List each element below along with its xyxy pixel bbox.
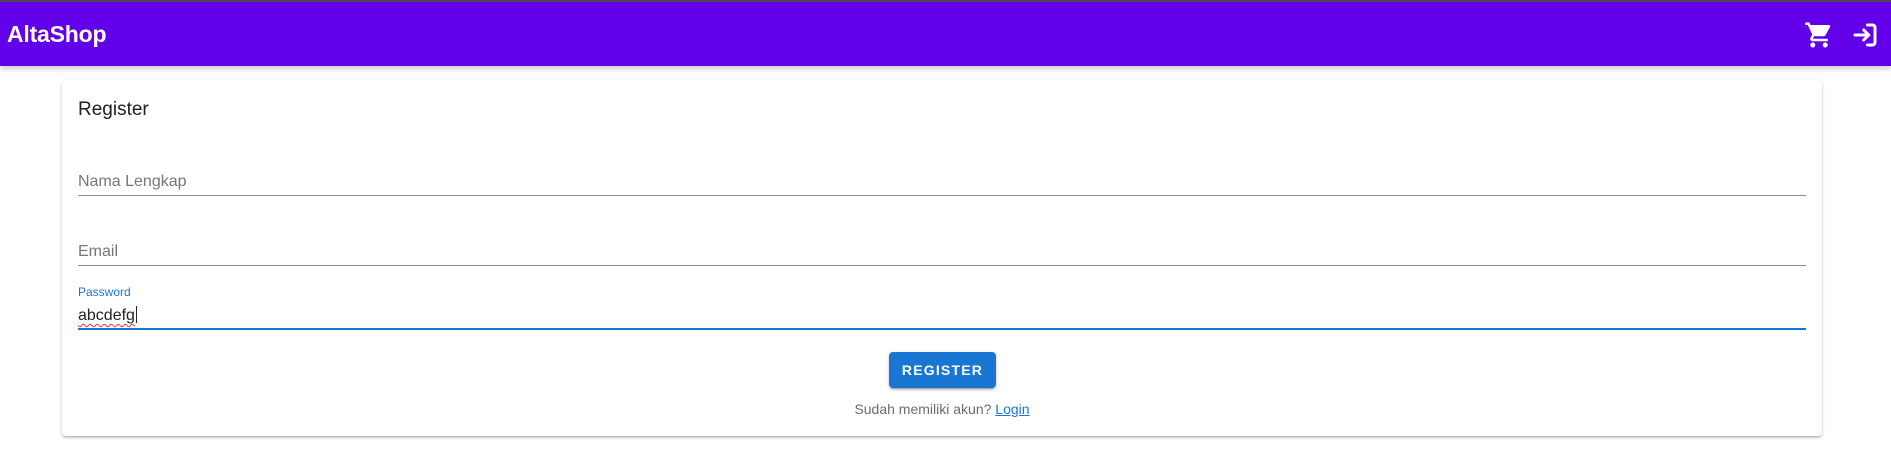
password-underline (78, 328, 1806, 330)
app-header: AltaShop (0, 0, 1891, 66)
register-title: Register (78, 99, 149, 120)
full-name-field[interactable]: Nama Lengkap (78, 160, 1806, 196)
brand-logo[interactable]: AltaShop (7, 20, 107, 48)
email-placeholder: Email (78, 243, 119, 260)
password-text: abcdefg (78, 307, 135, 324)
email-underline (78, 265, 1806, 266)
full-name-placeholder: Nama Lengkap (78, 173, 187, 190)
register-button[interactable]: REGISTER (889, 352, 996, 388)
text-caret (135, 306, 137, 323)
login-icon[interactable] (1849, 20, 1881, 50)
login-prompt-text: Sudah memiliki akun? (854, 401, 992, 417)
login-link[interactable]: Login (995, 401, 1029, 417)
password-value[interactable]: abcdefg (78, 306, 137, 326)
cart-icon[interactable] (1803, 20, 1835, 50)
full-name-underline (78, 195, 1806, 196)
password-label: Password (78, 285, 131, 299)
register-card: Register Nama Lengkap Email Password abc… (62, 80, 1822, 436)
login-prompt: Sudah memiliki akun? Login (62, 400, 1822, 418)
password-field[interactable]: Password abcdefg (78, 285, 1806, 330)
email-field[interactable]: Email (78, 230, 1806, 266)
